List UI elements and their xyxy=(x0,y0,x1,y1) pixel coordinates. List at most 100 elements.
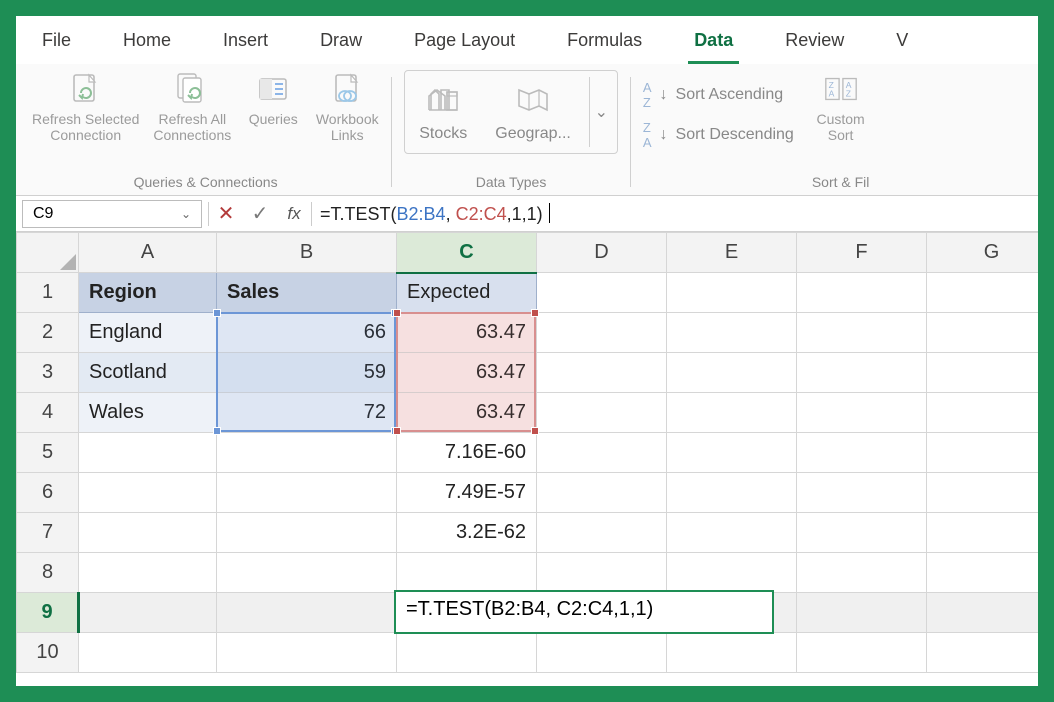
cell-C9[interactable] xyxy=(397,593,537,633)
cell-E4[interactable] xyxy=(667,393,797,433)
cell-F1[interactable] xyxy=(797,273,927,313)
cell-G10[interactable] xyxy=(927,633,1039,673)
cell-G4[interactable] xyxy=(927,393,1039,433)
cell-C7[interactable]: 3.2E-62 xyxy=(397,513,537,553)
cell-C8[interactable] xyxy=(397,553,537,593)
cell-A1[interactable]: Region xyxy=(79,273,217,313)
cell-C3[interactable]: 63.47 xyxy=(397,353,537,393)
cell-E10[interactable] xyxy=(667,633,797,673)
cell-E3[interactable] xyxy=(667,353,797,393)
cell-A10[interactable] xyxy=(79,633,217,673)
row-header-3[interactable]: 3 xyxy=(17,353,79,393)
cell-B4[interactable]: 72 xyxy=(217,393,397,433)
cell-G9[interactable] xyxy=(927,593,1039,633)
cell-D10[interactable] xyxy=(537,633,667,673)
cell-G2[interactable] xyxy=(927,313,1039,353)
cell-F9[interactable] xyxy=(797,593,927,633)
tab-review[interactable]: Review xyxy=(779,20,850,64)
tab-file[interactable]: File xyxy=(36,20,77,64)
cell-G3[interactable] xyxy=(927,353,1039,393)
cell-B9[interactable] xyxy=(217,593,397,633)
cell-A4[interactable]: Wales xyxy=(79,393,217,433)
cell-G5[interactable] xyxy=(927,433,1039,473)
cell-F3[interactable] xyxy=(797,353,927,393)
col-header-C[interactable]: C xyxy=(397,233,537,273)
cell-A7[interactable] xyxy=(79,513,217,553)
cell-C2[interactable]: 63.47 xyxy=(397,313,537,353)
data-types-expand[interactable]: ⌄ xyxy=(589,77,613,147)
tab-home[interactable]: Home xyxy=(117,20,177,64)
cell-B8[interactable] xyxy=(217,553,397,593)
row-header-2[interactable]: 2 xyxy=(17,313,79,353)
refresh-selected-connection-button[interactable]: Refresh Selected Connection xyxy=(32,70,139,143)
cell-C10[interactable] xyxy=(397,633,537,673)
cell-F6[interactable] xyxy=(797,473,927,513)
cell-D3[interactable] xyxy=(537,353,667,393)
cell-E1[interactable] xyxy=(667,273,797,313)
col-header-G[interactable]: G xyxy=(927,233,1039,273)
row-header-4[interactable]: 4 xyxy=(17,393,79,433)
formula-input[interactable]: =T.TEST(B2:B4, C2:C4,1,1) xyxy=(312,201,1038,227)
custom-sort-button[interactable]: ZAAZ Custom Sort xyxy=(813,70,869,143)
cell-F10[interactable] xyxy=(797,633,927,673)
cell-C5[interactable]: 7.16E-60 xyxy=(397,433,537,473)
cell-A2[interactable]: England xyxy=(79,313,217,353)
geography-button[interactable]: Geograp... xyxy=(485,78,581,147)
cell-E9[interactable] xyxy=(667,593,797,633)
cell-B1[interactable]: Sales xyxy=(217,273,397,313)
name-box[interactable]: C9 ⌄ xyxy=(22,200,202,228)
cell-D1[interactable] xyxy=(537,273,667,313)
cell-G7[interactable] xyxy=(927,513,1039,553)
cell-A3[interactable]: Scotland xyxy=(79,353,217,393)
cell-E5[interactable] xyxy=(667,433,797,473)
tab-data[interactable]: Data xyxy=(688,20,739,64)
cell-D7[interactable] xyxy=(537,513,667,553)
row-header-7[interactable]: 7 xyxy=(17,513,79,553)
row-header-9[interactable]: 9 xyxy=(17,593,79,633)
cell-F8[interactable] xyxy=(797,553,927,593)
cell-E2[interactable] xyxy=(667,313,797,353)
cell-D6[interactable] xyxy=(537,473,667,513)
col-header-D[interactable]: D xyxy=(537,233,667,273)
cell-E8[interactable] xyxy=(667,553,797,593)
sort-ascending-button[interactable]: AZ ↓ Sort Ascending xyxy=(643,76,794,114)
cell-F2[interactable] xyxy=(797,313,927,353)
cancel-button[interactable]: ✕ xyxy=(209,201,243,226)
cell-D5[interactable] xyxy=(537,433,667,473)
sort-descending-button[interactable]: ZA ↓ Sort Descending xyxy=(643,116,794,154)
cell-B2[interactable]: 66 xyxy=(217,313,397,353)
tab-formulas[interactable]: Formulas xyxy=(561,20,648,64)
cell-D8[interactable] xyxy=(537,553,667,593)
cell-B7[interactable] xyxy=(217,513,397,553)
col-header-F[interactable]: F xyxy=(797,233,927,273)
row-header-8[interactable]: 8 xyxy=(17,553,79,593)
enter-button[interactable]: ✓ xyxy=(243,201,277,226)
col-header-B[interactable]: B xyxy=(217,233,397,273)
cell-C1[interactable]: Expected xyxy=(397,273,537,313)
select-all-corner[interactable] xyxy=(17,233,79,273)
insert-function-button[interactable]: fx xyxy=(277,204,311,224)
workbook-links-button[interactable]: Workbook Links xyxy=(315,70,379,143)
row-header-6[interactable]: 6 xyxy=(17,473,79,513)
row-header-1[interactable]: 1 xyxy=(17,273,79,313)
cell-G6[interactable] xyxy=(927,473,1039,513)
col-header-E[interactable]: E xyxy=(667,233,797,273)
tab-draw[interactable]: Draw xyxy=(314,20,368,64)
cell-B5[interactable] xyxy=(217,433,397,473)
cell-E7[interactable] xyxy=(667,513,797,553)
cell-A8[interactable] xyxy=(79,553,217,593)
cell-F5[interactable] xyxy=(797,433,927,473)
tab-page-layout[interactable]: Page Layout xyxy=(408,20,521,64)
cell-C4[interactable]: 63.47 xyxy=(397,393,537,433)
stocks-button[interactable]: Stocks xyxy=(409,78,477,147)
spreadsheet-grid[interactable]: A B C D E F G 1 Region Sales Expected 2 xyxy=(16,232,1038,686)
row-header-10[interactable]: 10 xyxy=(17,633,79,673)
cell-E6[interactable] xyxy=(667,473,797,513)
cell-A6[interactable] xyxy=(79,473,217,513)
col-header-A[interactable]: A xyxy=(79,233,217,273)
cell-F7[interactable] xyxy=(797,513,927,553)
cell-B6[interactable] xyxy=(217,473,397,513)
cell-G1[interactable] xyxy=(927,273,1039,313)
cell-A9[interactable] xyxy=(79,593,217,633)
cell-B3[interactable]: 59 xyxy=(217,353,397,393)
